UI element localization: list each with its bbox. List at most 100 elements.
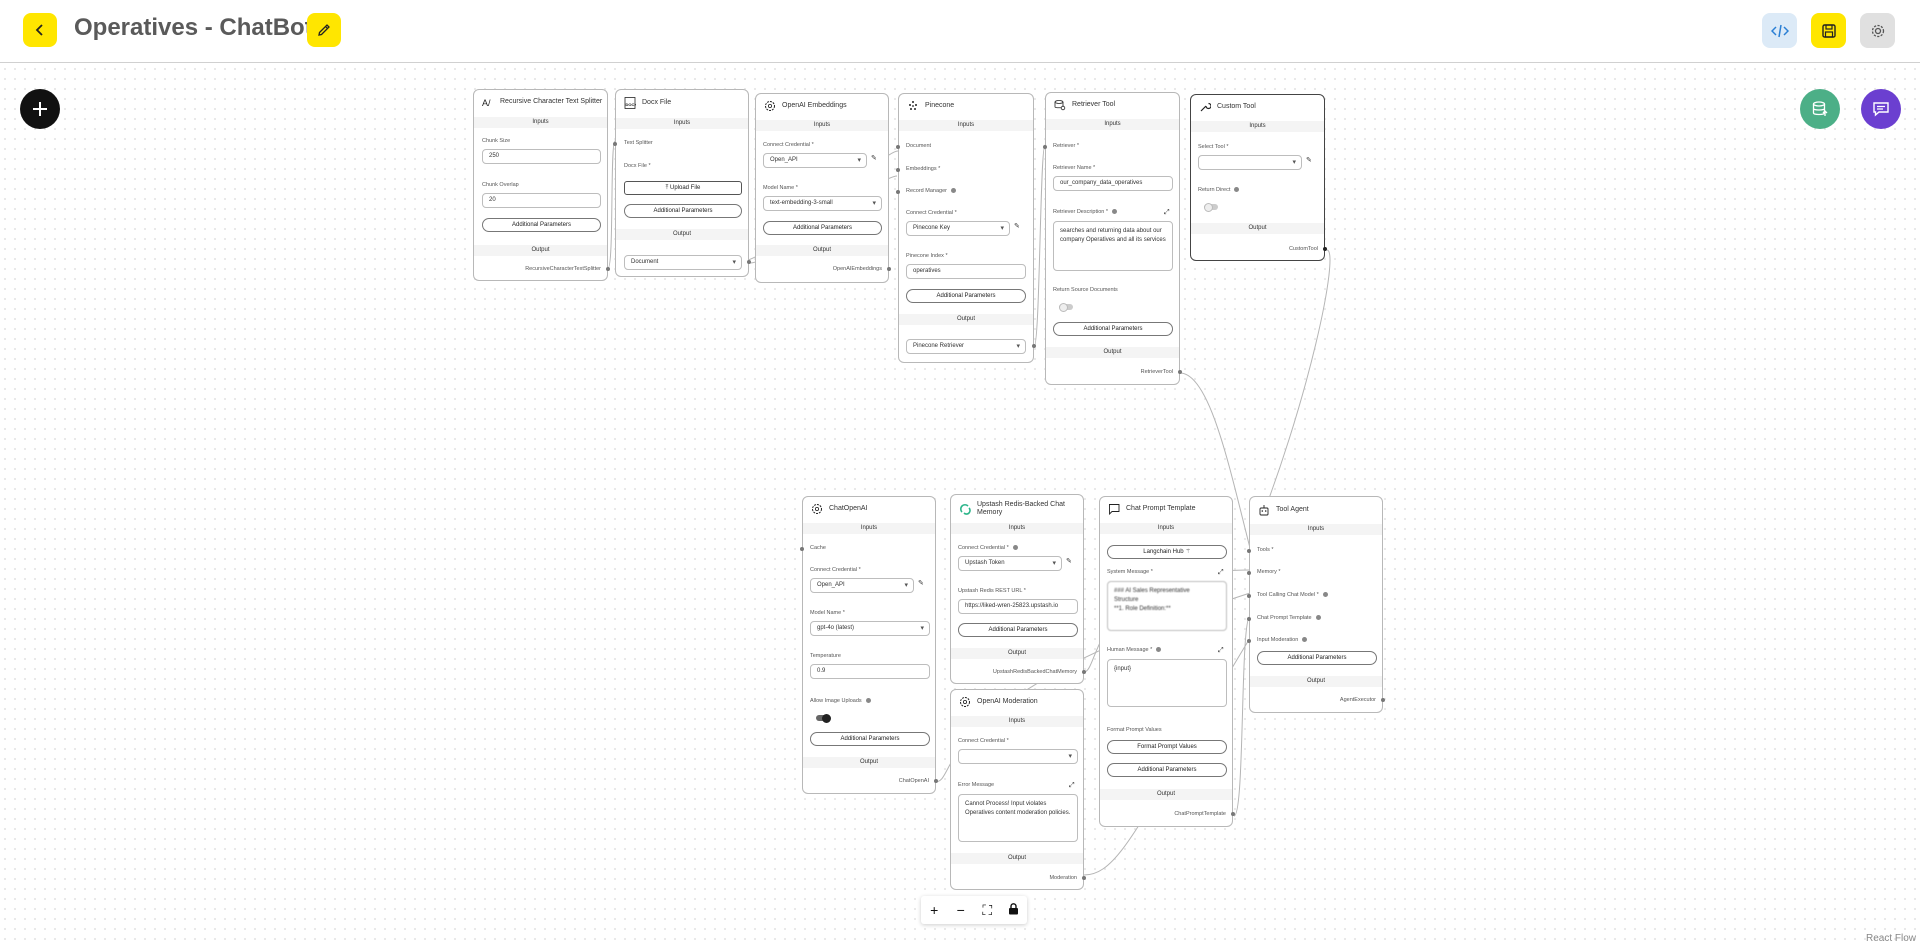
chat-model-label: Tool Calling Chat Model * [1257,592,1328,598]
memory-handle[interactable] [1247,571,1251,575]
allow-image-uploads-toggle[interactable] [816,713,831,723]
input-moderation-handle[interactable] [1247,639,1251,643]
output-handle[interactable] [1231,812,1235,816]
node-openai-embeddings[interactable]: OpenAI Embeddings Inputs Connect Credent… [755,93,891,283]
pinecone-index-input[interactable]: operatives [906,264,1026,279]
retriever-handle[interactable] [1043,145,1047,149]
node-openai-moderation[interactable]: OpenAI Moderation Inputs Connect Credent… [950,689,1086,890]
additional-parameters-button[interactable]: Additional Parameters [810,732,930,746]
zoom-out-button[interactable]: − [950,902,972,918]
expand-icon[interactable]: ⤢ [1218,569,1224,577]
chat-model-handle[interactable] [1247,594,1251,598]
edit-credential-icon[interactable]: ✎ [1014,222,1020,230]
format-prompt-values-button[interactable]: Format Prompt Values [1107,740,1227,754]
additional-parameters-button[interactable]: Additional Parameters [1257,651,1377,665]
output-handle[interactable] [747,260,751,264]
edit-credential-icon[interactable]: ✎ [871,154,877,162]
robot-icon [1258,504,1270,516]
edit-credential-icon[interactable]: ✎ [918,579,924,587]
record-manager-handle[interactable] [896,190,900,194]
output-label: ChatOpenAI [898,778,929,784]
output-handle[interactable] [934,779,938,783]
node-custom-tool[interactable]: Custom Tool Inputs Select Tool * ✎ Retur… [1190,94,1327,261]
tools-handle[interactable] [1247,549,1251,553]
upsert-database-button[interactable] [1800,89,1840,129]
document-handle[interactable] [896,145,900,149]
output-handle[interactable] [1178,370,1182,374]
additional-parameters-button[interactable]: Additional Parameters [624,204,742,218]
additional-parameters-button[interactable]: Additional Parameters [482,218,601,232]
credential-select[interactable]: Pinecone Key [906,221,1010,236]
cache-handle[interactable] [800,547,804,551]
output-handle[interactable] [887,267,891,271]
credential-select[interactable]: Open_API [810,578,914,593]
back-button[interactable] [23,13,57,47]
model-name-select[interactable]: text-embedding-3-small [763,196,882,211]
additional-parameters-button[interactable]: Additional Parameters [1107,763,1227,777]
edit-tool-icon[interactable]: ✎ [1306,156,1312,164]
select-tool-dropdown[interactable] [1198,155,1302,170]
connect-credential-label: Connect Credential * [958,738,1009,744]
openai-icon [811,503,823,515]
node-tool-agent[interactable]: Tool Agent Inputs Tools * Memory * Tool … [1247,496,1385,713]
edit-credential-icon[interactable]: ✎ [1066,557,1072,565]
api-code-button[interactable] [1762,13,1797,48]
additional-parameters-button[interactable]: Additional Parameters [763,221,882,235]
expand-icon[interactable]: ⤢ [1218,647,1224,655]
credential-select[interactable]: Upstash Token [958,556,1062,571]
node-pinecone[interactable]: Pinecone Inputs Document Embeddings * Re… [896,93,1036,363]
additional-parameters-button[interactable]: Additional Parameters [906,289,1026,303]
add-node-button[interactable] [20,89,60,129]
save-button[interactable] [1811,13,1846,48]
expand-icon[interactable]: ⤢ [1164,209,1170,217]
retriever-name-input[interactable]: our_company_data_operatives [1053,176,1173,191]
human-message-textarea[interactable]: {input} [1107,659,1227,707]
credential-select[interactable] [958,749,1078,764]
prompt-template-handle[interactable] [1247,617,1251,621]
temperature-input[interactable]: 0.9 [810,664,930,679]
output-handle[interactable] [1032,344,1036,348]
react-flow-attribution[interactable]: React Flow [1866,933,1916,944]
output-handle[interactable] [1082,876,1086,880]
node-text-splitter[interactable]: A/ Recursive Character Text Splitter Inp… [473,89,610,281]
output-label: OpenAIEmbeddings [832,266,882,272]
system-message-textarea[interactable]: ### AI Sales Representative Structure **… [1107,581,1227,631]
additional-parameters-button[interactable]: Additional Parameters [958,623,1078,637]
temperature-label: Temperature [810,653,841,659]
node-retriever-tool[interactable]: Retriever Tool Inputs Retriever * Retrie… [1043,92,1182,385]
expand-icon[interactable]: ⤢ [1069,782,1075,790]
edit-title-button[interactable] [307,13,341,47]
chunk-overlap-input[interactable]: 20 [482,193,601,208]
model-name-select[interactable]: gpt-4o (latest) [810,621,930,636]
output-handle[interactable] [1323,247,1327,251]
node-chat-prompt-template[interactable]: Chat Prompt Template Inputs Langchain Hu… [1099,496,1235,827]
return-direct-toggle[interactable] [1204,202,1218,212]
chunk-size-input[interactable]: 250 [482,149,601,164]
node-docx-file[interactable]: DOCX Docx File Inputs Text Splitter Docx… [613,89,751,277]
info-icon [1302,637,1308,643]
upstash-url-input[interactable]: https://liked-wren-25823.upstash.io [958,599,1078,614]
human-message-label: Human Message * [1107,647,1162,653]
lock-button[interactable] [1003,902,1025,918]
node-chatopenai[interactable]: ChatOpenAI Inputs Cache Connect Credenti… [800,496,938,794]
output-type-select[interactable]: Pinecone Retriever [906,339,1026,354]
output-handle[interactable] [606,267,610,271]
node-upstash-memory[interactable]: Upstash Redis-Backed Chat Memory Inputs … [950,494,1086,684]
error-message-textarea[interactable]: Cannot Process! Input violates Operative… [958,794,1078,842]
settings-button[interactable] [1860,13,1895,48]
output-handle[interactable] [1082,670,1086,674]
credential-select[interactable]: Open_API [763,153,867,168]
upload-file-button[interactable]: ⤒ Upload File [624,181,742,195]
retriever-description-textarea[interactable]: searches and returning data about our co… [1053,221,1173,271]
chat-button[interactable] [1861,89,1901,129]
fit-view-button[interactable]: ⛶ [976,902,998,919]
output-type-select[interactable]: Document [624,255,742,270]
embeddings-handle[interactable] [896,168,900,172]
magic-wand-icon: ⚚ [1183,549,1191,555]
output-handle[interactable] [1381,698,1385,702]
langchain-hub-button[interactable]: Langchain Hub ⚚ [1107,545,1227,559]
return-source-documents-toggle[interactable] [1059,302,1073,312]
additional-parameters-button[interactable]: Additional Parameters [1053,322,1173,336]
zoom-in-button[interactable]: + [923,902,945,918]
text-splitter-handle[interactable] [613,142,617,146]
